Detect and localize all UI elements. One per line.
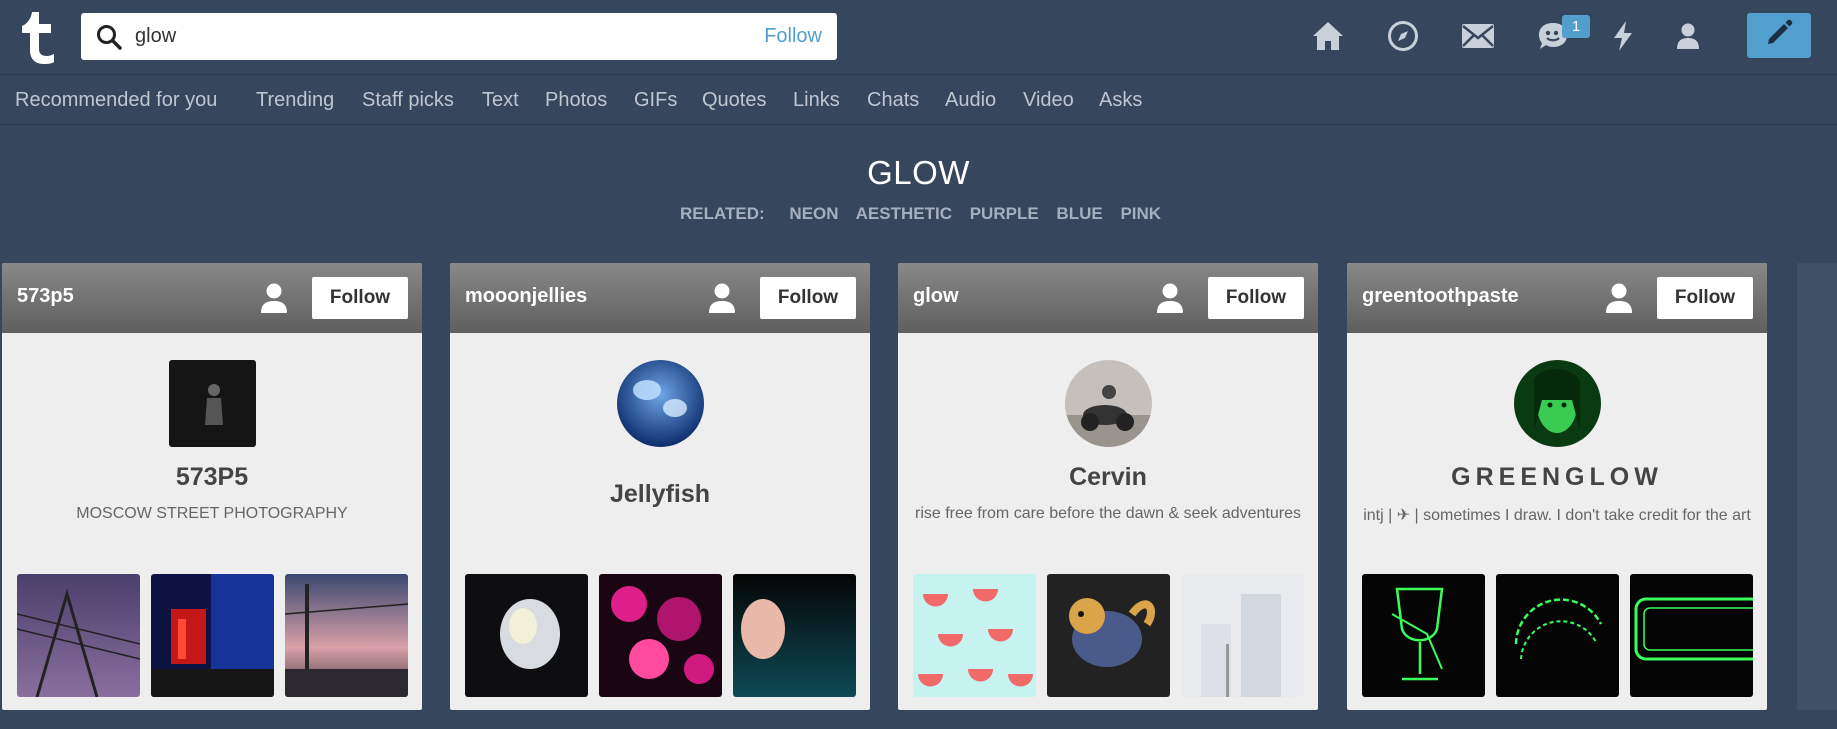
card-header: mooonjellies Follow: [450, 263, 870, 333]
user-icon[interactable]: [707, 282, 737, 314]
post-thumbnail[interactable]: [1047, 574, 1170, 697]
page-title: GLOW: [867, 154, 970, 191]
tab-quotes[interactable]: Quotes: [702, 89, 766, 112]
blog-title: Cervin: [1069, 463, 1147, 491]
tab-recommended[interactable]: Recommended for you: [15, 89, 217, 112]
compose-icon: [1764, 18, 1794, 53]
explore-icon[interactable]: [1385, 18, 1421, 54]
blog-description: intj | ✈ | sometimes I draw. I don't tak…: [1363, 507, 1751, 524]
search-input[interactable]: [135, 13, 695, 60]
explore-tabs: Recommended for you Trending Staff picks…: [0, 76, 1837, 125]
related-tag-purple[interactable]: PURPLE: [970, 204, 1039, 223]
blog-name[interactable]: glow: [913, 285, 959, 308]
tab-staff-picks[interactable]: Staff picks: [362, 89, 454, 112]
avatar[interactable]: [617, 360, 704, 447]
follow-button[interactable]: Follow: [312, 277, 408, 319]
related-label: RELATED:: [680, 204, 765, 223]
card-header: greentoothpaste Follow: [1347, 263, 1767, 333]
related-tag-aesthetic[interactable]: AESTHETIC: [856, 204, 952, 223]
user-icon[interactable]: [259, 282, 289, 314]
post-thumbnail[interactable]: [17, 574, 140, 697]
home-icon[interactable]: [1310, 18, 1346, 54]
post-thumbnail[interactable]: [913, 574, 1036, 697]
user-icon[interactable]: [1155, 282, 1185, 314]
post-thumbnail[interactable]: [1630, 574, 1753, 697]
related-tag-neon[interactable]: NEON: [789, 204, 838, 223]
tab-links[interactable]: Links: [793, 89, 840, 112]
tab-photos[interactable]: Photos: [545, 89, 607, 112]
related-tags: RELATED: NEON AESTHETIC PURPLE BLUE PINK: [680, 204, 1174, 224]
user-icon[interactable]: [1604, 282, 1634, 314]
blog-card[interactable]: 573p5 Follow 573P5 MOSCOW STREET PHOTOGR…: [2, 263, 422, 710]
tab-audio[interactable]: Audio: [945, 89, 996, 112]
tab-chats[interactable]: Chats: [867, 89, 919, 112]
blog-title: Jellyfish: [609, 480, 711, 508]
related-tag-blue[interactable]: BLUE: [1056, 204, 1102, 223]
post-thumbnail[interactable]: [599, 574, 722, 697]
avatar[interactable]: [1065, 360, 1152, 447]
inbox-icon[interactable]: [1460, 18, 1496, 54]
blog-name[interactable]: mooonjellies: [465, 285, 587, 308]
follow-button[interactable]: Follow: [1208, 277, 1304, 319]
post-thumbnail[interactable]: [285, 574, 408, 697]
blog-card[interactable]: glow Follow Cervin rise free from care b…: [898, 263, 1318, 710]
blog-name[interactable]: 573p5: [17, 285, 74, 308]
post-thumbnail[interactable]: [151, 574, 274, 697]
search-follow-button[interactable]: Follow: [764, 25, 822, 48]
post-thumbnail[interactable]: [733, 574, 856, 697]
search-bar: Follow: [81, 13, 837, 60]
blog-card[interactable]: mooonjellies Follow Jellyfish: [450, 263, 870, 710]
top-header: Follow 1: [0, 0, 1837, 75]
card-header: 573p5 Follow: [2, 263, 422, 333]
tab-video[interactable]: Video: [1023, 89, 1074, 112]
blog-card[interactable]: greentoothpaste Follow GREENGLOW intj | …: [1347, 263, 1767, 710]
tab-trending[interactable]: Trending: [256, 89, 334, 112]
avatar[interactable]: [169, 360, 256, 447]
post-thumbnail[interactable]: [1181, 574, 1304, 697]
follow-button[interactable]: Follow: [1657, 277, 1753, 319]
account-icon[interactable]: [1670, 18, 1706, 54]
blog-description: rise free from care before the dawn & se…: [915, 505, 1301, 522]
blog-title: GREENGLOW: [1451, 463, 1663, 491]
tab-gifs[interactable]: GIFs: [634, 89, 677, 112]
blog-title: 573P5: [175, 463, 249, 491]
post-thumbnail[interactable]: [1496, 574, 1619, 697]
follow-button[interactable]: Follow: [760, 277, 856, 319]
post-thumbnail[interactable]: [465, 574, 588, 697]
related-tag-pink[interactable]: PINK: [1120, 204, 1161, 223]
messages-badge: 1: [1562, 15, 1590, 38]
activity-icon[interactable]: [1605, 18, 1641, 54]
blog-description: MOSCOW STREET PHOTOGRAPHY: [76, 505, 348, 522]
tab-text[interactable]: Text: [482, 89, 519, 112]
card-header: glow Follow: [898, 263, 1318, 333]
tab-asks[interactable]: Asks: [1099, 89, 1142, 112]
avatar[interactable]: [1514, 360, 1601, 447]
tumblr-logo-icon[interactable]: [22, 12, 58, 64]
search-icon: [96, 24, 122, 50]
blog-name[interactable]: greentoothpaste: [1362, 285, 1519, 308]
blog-card-partial[interactable]: [1797, 263, 1837, 710]
compose-button[interactable]: [1747, 13, 1811, 58]
post-thumbnail[interactable]: [1362, 574, 1485, 697]
